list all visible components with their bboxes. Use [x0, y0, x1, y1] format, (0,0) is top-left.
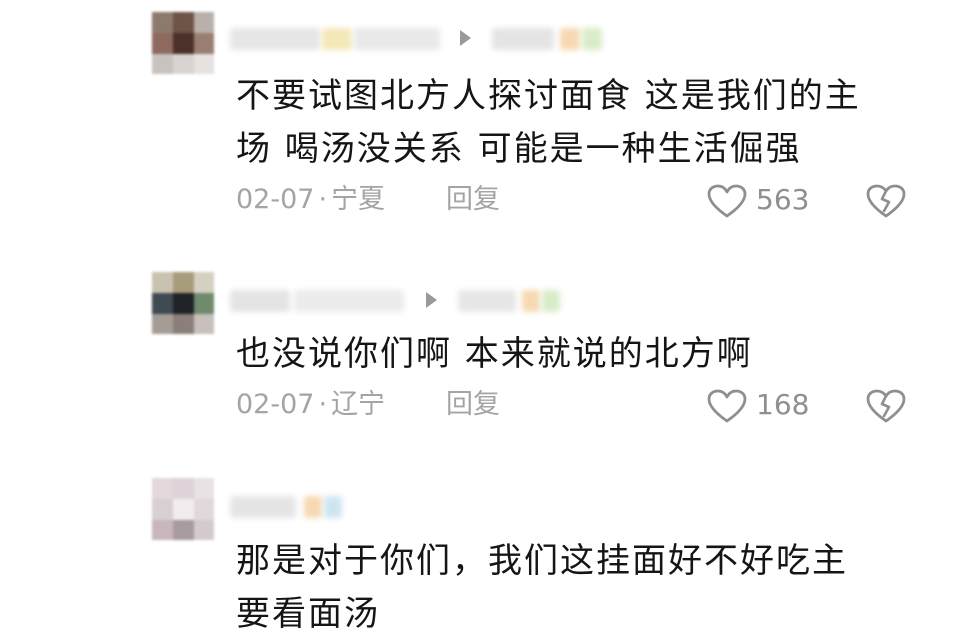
comment-text-line: 不要试图北方人探讨面食 这是我们的主	[236, 76, 861, 116]
broken-heart-icon	[866, 389, 906, 423]
user-avatar[interactable]	[152, 272, 214, 334]
comment-location: 辽宁	[331, 389, 386, 420]
comment-text-line: 也没说你们啊 本来就说的北方啊	[236, 334, 753, 374]
username-blurred	[322, 28, 352, 50]
comment-text-line: 那是对于你们，我们这挂面好不好吃主	[236, 541, 848, 581]
comment-date-location: 02-07 · 宁夏	[236, 180, 385, 220]
reply-target-blurred[interactable]	[458, 290, 516, 312]
username-blurred	[354, 28, 440, 50]
username-row	[230, 20, 670, 60]
user-avatar[interactable]	[152, 12, 214, 74]
comment-date: 02-07	[236, 184, 315, 215]
comment-location: 宁夏	[331, 184, 386, 215]
comment-date: 02-07	[236, 389, 315, 420]
username-row	[230, 488, 670, 528]
username-blurred[interactable]	[230, 28, 320, 50]
username-blurred[interactable]	[230, 496, 296, 518]
like-count: 168	[756, 388, 810, 421]
reply-target-blurred	[582, 28, 602, 50]
dislike-button[interactable]	[864, 387, 908, 425]
comment-text: 也没说你们啊 本来就说的北方啊	[236, 328, 926, 381]
reply-button[interactable]: 回复	[446, 180, 500, 220]
separator-dot: ·	[318, 184, 328, 215]
play-triangle-icon	[426, 292, 437, 308]
comment-text: 不要试图北方人探讨面食 这是我们的主 场 喝汤没关系 可能是一种生活倔强	[236, 70, 926, 176]
dislike-button[interactable]	[864, 182, 908, 220]
user-avatar[interactable]	[152, 478, 214, 540]
broken-heart-icon	[866, 184, 906, 218]
reply-target-blurred	[522, 290, 540, 312]
comment-date-location: 02-07 · 辽宁	[236, 385, 385, 425]
username-blurred	[304, 496, 322, 518]
comment-text: 那是对于你们，我们这挂面好不好吃主 要看面汤	[236, 535, 926, 641]
comment-text-line: 场 喝汤没关系 可能是一种生活倔强	[236, 129, 802, 169]
username-blurred	[294, 290, 404, 312]
like-count: 563	[756, 183, 810, 216]
heart-outline-icon	[707, 184, 747, 218]
comment-footer: 02-07 · 辽宁 回复 168	[236, 385, 936, 425]
username-blurred	[324, 496, 342, 518]
reply-target-blurred	[560, 28, 580, 50]
reply-target-blurred[interactable]	[492, 28, 554, 50]
play-triangle-icon	[460, 30, 471, 46]
username-row	[230, 282, 670, 322]
separator-dot: ·	[318, 389, 328, 420]
comment-text-line: 要看面汤	[236, 594, 380, 634]
username-blurred[interactable]	[230, 290, 290, 312]
heart-outline-icon	[707, 389, 747, 423]
reply-target-blurred	[542, 290, 560, 312]
comment-footer: 02-07 · 宁夏 回复 563	[236, 180, 936, 220]
reply-button[interactable]: 回复	[446, 385, 500, 425]
